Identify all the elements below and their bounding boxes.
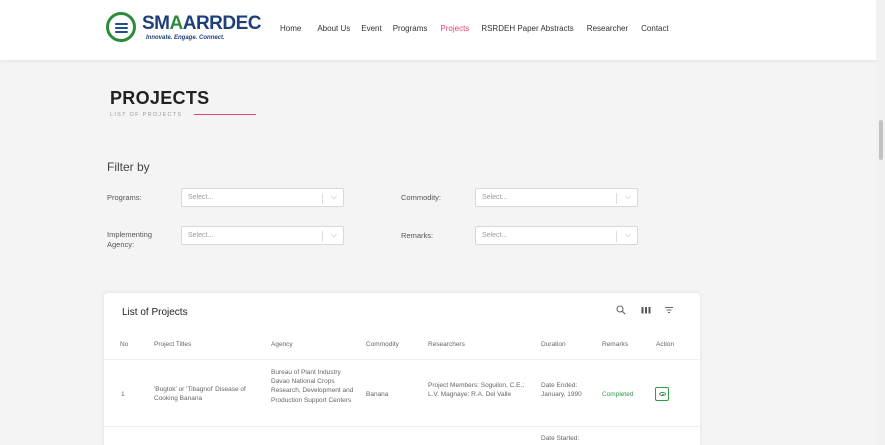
commodity-select[interactable]: Select... ⌵ — [475, 188, 638, 207]
nav-contact[interactable]: Contact — [641, 24, 669, 33]
row-1-researchers: Project Members: Soguilon, C.E.; L.V. Ma… — [428, 382, 525, 399]
filter-icon[interactable] — [664, 305, 674, 318]
row-1-commodity: Banana — [366, 391, 389, 398]
brand-logo[interactable]: SMAARRDEC Innovate. Engage. Connect. — [106, 12, 262, 42]
column-header-agency[interactable]: Agency — [271, 341, 293, 348]
nav-about-us[interactable]: About Us — [317, 24, 350, 33]
scrollbar-thumb[interactable] — [879, 120, 883, 160]
brand-tagline: Innovate. Engage. Connect. — [146, 34, 225, 41]
row-2-duration: Date Started: — [541, 435, 580, 442]
remarks-select-placeholder: Select... — [482, 232, 508, 239]
column-header-no[interactable]: No — [120, 341, 128, 348]
projects-table-card: List of Projects No Project Titles Agenc… — [104, 293, 700, 445]
column-header-researchers[interactable]: Researchers — [428, 341, 465, 348]
columns-icon[interactable] — [641, 305, 651, 318]
page-subtitle: LIST OF PROJECTS — [110, 112, 183, 118]
page-scrollbar[interactable] — [876, 0, 885, 445]
row-1-view-button[interactable] — [655, 387, 669, 401]
nav-researcher[interactable]: Researcher — [587, 24, 628, 33]
site-header: SMAARRDEC Innovate. Engage. Connect. Hom… — [0, 0, 885, 60]
commodity-select-placeholder: Select... — [482, 194, 508, 201]
chevron-down-icon: ⌵ — [624, 230, 631, 239]
programs-select[interactable]: Select... ⌵ — [181, 188, 344, 207]
page-title: PROJECTS — [110, 88, 210, 108]
chevron-down-icon: ⌵ — [330, 230, 337, 239]
programs-label: Programs: — [107, 193, 142, 202]
commodity-label: Commodity: — [401, 193, 442, 202]
remarks-select[interactable]: Select... ⌵ — [475, 226, 638, 245]
row-1-title: 'Bugtok' or 'Tibagnol' Disease of Cookin… — [154, 386, 246, 403]
main-nav: Home About Us Event Programs Projects RS… — [280, 24, 669, 33]
agency-select-placeholder: Select... — [188, 232, 214, 239]
column-header-commodity[interactable]: Commodity — [366, 341, 399, 348]
brand-logo-icon — [106, 12, 136, 42]
nav-paper-abstracts[interactable]: RSRDEH Paper Abstracts — [481, 24, 573, 33]
row-1-no: 1 — [121, 391, 125, 398]
programs-select-placeholder: Select... — [188, 194, 214, 201]
row-1-duration: Date Ended: January, 1990 — [541, 382, 582, 399]
agency-label: Implementing Agency: — [107, 230, 153, 250]
nav-projects[interactable]: Projects — [440, 24, 469, 33]
table-title: List of Projects — [122, 307, 188, 318]
brand-name: SMAARRDEC — [142, 12, 262, 34]
eye-icon — [658, 392, 666, 396]
nav-programs[interactable]: Programs — [393, 24, 428, 33]
nav-home[interactable]: Home — [280, 24, 301, 33]
column-header-duration[interactable]: Duration — [541, 341, 566, 348]
chevron-down-icon: ⌵ — [624, 192, 631, 201]
row-1-agency: Bureau of Plant Industry Davao National … — [271, 369, 354, 404]
column-header-project-titles[interactable]: Project Titles — [154, 341, 191, 348]
chevron-down-icon: ⌵ — [330, 192, 337, 201]
filter-title: Filter by — [107, 160, 150, 174]
search-icon[interactable] — [616, 305, 626, 318]
column-header-action: Action — [656, 341, 675, 348]
nav-event[interactable]: Event — [361, 24, 381, 33]
remarks-label: Remarks: — [401, 231, 434, 240]
column-header-remarks[interactable]: Remarks — [602, 341, 628, 348]
agency-select[interactable]: Select... ⌵ — [181, 226, 344, 245]
title-underline — [194, 114, 256, 115]
row-1-status-badge: Completed — [602, 391, 634, 398]
